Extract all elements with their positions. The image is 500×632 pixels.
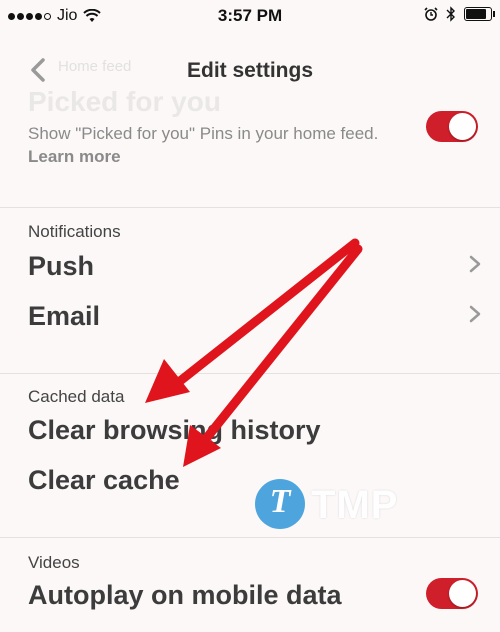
picked-description: Show "Picked for you" Pins in your home …	[28, 122, 398, 168]
picked-for-you-toggle[interactable]	[426, 111, 478, 142]
picked-description-text: Show "Picked for you" Pins in your home …	[28, 124, 379, 143]
battery-icon	[464, 7, 495, 21]
toggle-knob	[449, 580, 476, 607]
status-bar: Jio 3:57 PM	[0, 0, 500, 32]
clear-browsing-history-item[interactable]: Clear browsing history	[28, 415, 321, 446]
divider	[0, 537, 500, 538]
push-item[interactable]: Push	[28, 251, 94, 282]
faded-picked-title: Picked for you	[28, 86, 221, 117]
cached-data-header: Cached data	[28, 387, 125, 406]
notifications-header: Notifications	[28, 222, 121, 241]
divider	[0, 373, 500, 374]
chevron-right-icon	[469, 305, 481, 323]
learn-more-link[interactable]: Learn more	[28, 147, 121, 166]
videos-header: Videos	[28, 553, 80, 572]
bluetooth-icon	[446, 6, 455, 22]
chevron-right-icon	[469, 255, 481, 273]
alarm-clock-icon	[424, 7, 438, 21]
page-title: Edit settings	[186, 59, 313, 82]
autoplay-mobile-data-label: Autoplay on mobile data	[28, 580, 342, 610]
watermark-letter: T	[269, 483, 291, 520]
email-item[interactable]: Email	[28, 301, 100, 332]
arrow-to-clear-browsing-history	[145, 238, 360, 403]
divider	[0, 207, 500, 208]
toggle-knob	[449, 113, 476, 140]
watermark-text: TMP	[311, 483, 399, 527]
status-right	[424, 6, 495, 22]
clear-cache-item[interactable]: Clear cache	[28, 465, 180, 496]
autoplay-toggle[interactable]	[426, 578, 478, 609]
